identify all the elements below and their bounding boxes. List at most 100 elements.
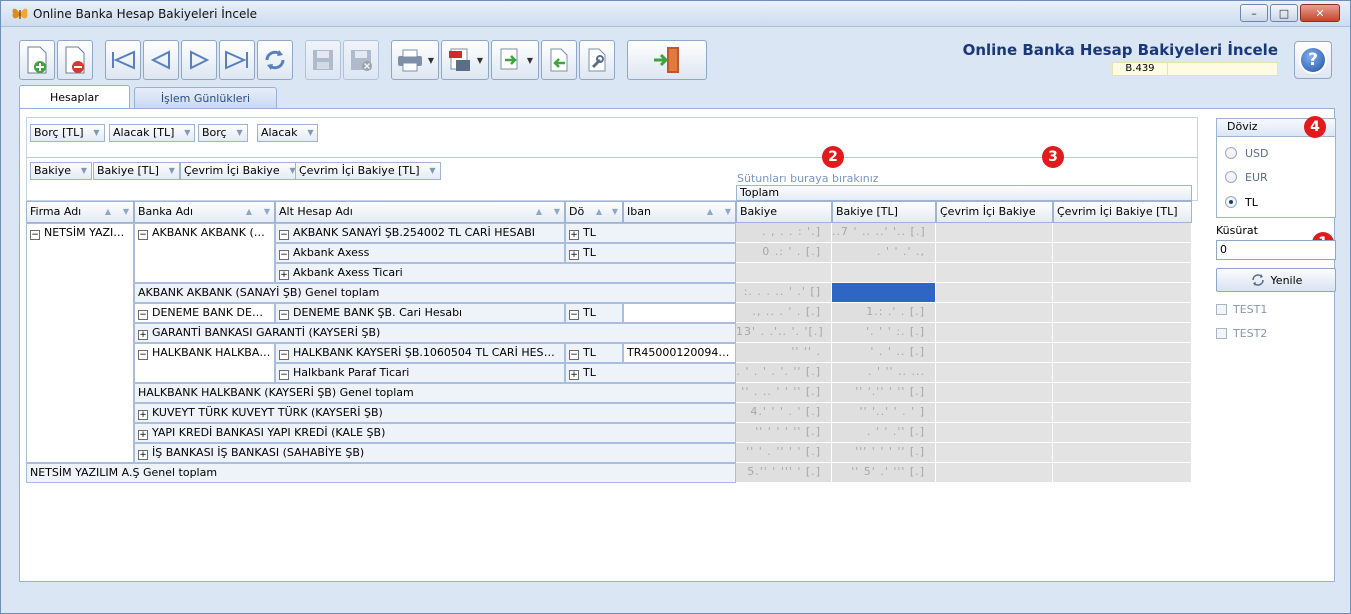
value-cell[interactable] — [1053, 283, 1192, 303]
value-cell[interactable] — [936, 383, 1053, 403]
value-cell[interactable]: 1.: .' . [.] — [832, 303, 936, 323]
value-cell[interactable] — [736, 263, 832, 283]
value-cell[interactable] — [936, 423, 1053, 443]
new-record-button[interactable] — [19, 40, 55, 80]
value-cell[interactable] — [936, 263, 1053, 283]
value-cell[interactable]: '' ' . '' ' ' [.] — [736, 443, 832, 463]
collapse-icon[interactable]: − — [279, 310, 289, 320]
row-account-a1[interactable]: − AKBANK SANAYİ ŞB.254002 TL CARİ HESABI — [275, 223, 565, 243]
value-cell[interactable] — [1053, 323, 1192, 343]
value-cell[interactable]: . ' '' .. ... — [832, 363, 936, 383]
row-bank-garanti[interactable]: + GARANTİ BANKASI GARANTİ (KAYSERİ ŞB) — [134, 323, 736, 343]
value-cell[interactable]: '. ' ' :. [.] — [832, 323, 936, 343]
expand-icon[interactable]: + — [279, 270, 289, 280]
collapse-icon[interactable]: − — [279, 350, 289, 360]
row-bank-kuveyt[interactable]: + KUVEYT TÜRK KUVEYT TÜRK (KAYSERİ ŞB) — [134, 403, 736, 423]
value-cell[interactable]: '' ' ' ' '' [.] — [736, 423, 832, 443]
value-cell[interactable] — [1053, 263, 1192, 283]
value-cell[interactable]: . ' . ' . '. '' [.] — [736, 363, 832, 383]
collapse-icon[interactable]: − — [138, 350, 148, 360]
row-bank-yapikredi[interactable]: + YAPI KREDİ BANKASI YAPI KREDİ (KALE ŞB) — [134, 423, 736, 443]
help-button[interactable]: ? — [1294, 41, 1332, 79]
checkbox-test1[interactable]: TEST1 — [1216, 302, 1267, 316]
save-button[interactable] — [305, 40, 341, 80]
radio-eur[interactable]: EUR — [1225, 170, 1268, 184]
print-button[interactable]: ▼ — [391, 40, 439, 80]
row-bank-deneme[interactable]: − DENEME BANK DENE... — [134, 303, 275, 323]
row-account-h1[interactable]: − HALKBANK KAYSERİ ŞB.1060504 TL CARİ HES… — [275, 343, 565, 363]
collapse-icon[interactable]: − — [279, 370, 289, 380]
value-cell[interactable]: 13' . .'.. '. '[.] — [736, 323, 832, 343]
delete-record-button[interactable] — [57, 40, 93, 80]
row-currency-a2[interactable]: + TL — [565, 243, 736, 263]
value-cell[interactable] — [1053, 243, 1192, 263]
collapse-icon[interactable]: − — [279, 250, 289, 260]
previous-record-button[interactable] — [143, 40, 179, 80]
value-cell[interactable] — [936, 303, 1053, 323]
expand-icon[interactable]: + — [569, 250, 579, 260]
value-cell[interactable]: . ' ' .'' [.] — [832, 423, 936, 443]
radio-usd[interactable]: USD — [1225, 146, 1269, 160]
value-cell[interactable] — [1053, 303, 1192, 323]
value-cell-selected[interactable] — [832, 283, 936, 303]
row-bank-isbank[interactable]: + İŞ BANKASI İŞ BANKASI (SAHABİYE ŞB) — [134, 443, 736, 463]
value-cell[interactable] — [936, 363, 1053, 383]
value-cell[interactable]: 4.' ' ' . ' [.] — [736, 403, 832, 423]
row-bank-halkbank[interactable]: − HALKBANK HALKBANK... — [134, 343, 275, 383]
expand-icon[interactable]: + — [569, 230, 579, 240]
value-cell[interactable]: . ' ' .' ., — [832, 243, 936, 263]
column-header-firma[interactable]: Firma Adı ▲ ▼ — [26, 201, 134, 223]
field-chip-borc-tl[interactable]: Borç [TL] ▼ — [30, 124, 105, 142]
collapse-icon[interactable]: − — [279, 230, 289, 240]
row-account-a2[interactable]: − Akbank Axess — [275, 243, 565, 263]
expand-icon[interactable]: + — [569, 370, 579, 380]
value-cell[interactable] — [936, 463, 1053, 483]
value-cell[interactable] — [1053, 443, 1192, 463]
collapse-icon[interactable]: − — [138, 310, 148, 320]
field-chip-alacak[interactable]: Alacak ▼ — [257, 124, 319, 142]
value-cell[interactable] — [1053, 423, 1192, 443]
collapse-icon[interactable]: − — [138, 230, 148, 240]
value-cell[interactable] — [936, 223, 1053, 243]
field-chip-borc[interactable]: Borç ▼ — [198, 124, 248, 142]
first-record-button[interactable] — [105, 40, 141, 80]
value-cell[interactable]: '' '.'' ' '' [.] — [832, 383, 936, 403]
close-button[interactable]: ✕ — [1300, 4, 1340, 22]
value-cell[interactable] — [1053, 383, 1192, 403]
column-header-bakiye[interactable]: Bakiye — [736, 201, 832, 223]
next-record-button[interactable] — [181, 40, 217, 80]
kusurat-input[interactable]: 0 — [1216, 240, 1336, 260]
value-cell[interactable] — [936, 243, 1053, 263]
row-firma[interactable]: − NETSİM YAZILI... — [26, 223, 134, 463]
row-currency-h2[interactable]: + TL — [565, 363, 736, 383]
value-cell[interactable]: ., .. . ' . [.] — [736, 303, 832, 323]
last-record-button[interactable] — [219, 40, 255, 80]
maximize-button[interactable]: □ — [1270, 4, 1298, 22]
expand-icon[interactable]: + — [138, 330, 148, 340]
field-chip-bakiye-tl[interactable]: Bakiye [TL] ▼ — [93, 162, 180, 180]
value-cell[interactable]: '' '..' ' . ' ] — [832, 403, 936, 423]
row-bank-akbank[interactable]: − AKBANK AKBANK (SA... — [134, 223, 275, 283]
row-currency-a1[interactable]: + TL — [565, 223, 736, 243]
value-cell[interactable] — [1053, 403, 1192, 423]
column-header-doviz[interactable]: Dö ▲ ▼ — [565, 201, 623, 223]
value-cell[interactable]: ' . ' .. [.] — [832, 343, 936, 363]
column-header-banka[interactable]: Banka Adı ▲ ▼ — [134, 201, 275, 223]
column-header-bakiye-tl[interactable]: Bakiye [TL] — [832, 201, 936, 223]
value-cell[interactable] — [1053, 223, 1192, 243]
column-header-alt-hesap[interactable]: Alt Hesap Adı ▲ ▼ — [275, 201, 565, 223]
checkbox-test2[interactable]: TEST2 — [1216, 326, 1267, 340]
value-cell[interactable]: :. . . .. ' .' [] — [736, 283, 832, 303]
value-cell[interactable] — [1053, 343, 1192, 363]
value-cell[interactable]: 0 .: ' . [.] — [736, 243, 832, 263]
expand-icon[interactable]: + — [138, 410, 148, 420]
import-button[interactable] — [541, 40, 577, 80]
value-cell[interactable]: '' . .. ' ' '' [.] — [736, 383, 832, 403]
value-cell[interactable]: 5.'' ' ''' ' [.] — [736, 463, 832, 483]
row-account-h2[interactable]: − Halkbank Paraf Ticari — [275, 363, 565, 383]
collapse-icon[interactable]: − — [569, 310, 579, 320]
yenile-button[interactable]: Yenile — [1216, 268, 1336, 292]
value-cell[interactable]: '' 5' .' ''' [.] — [832, 463, 936, 483]
minimize-button[interactable]: – — [1240, 4, 1268, 22]
collapse-icon[interactable]: − — [569, 350, 579, 360]
